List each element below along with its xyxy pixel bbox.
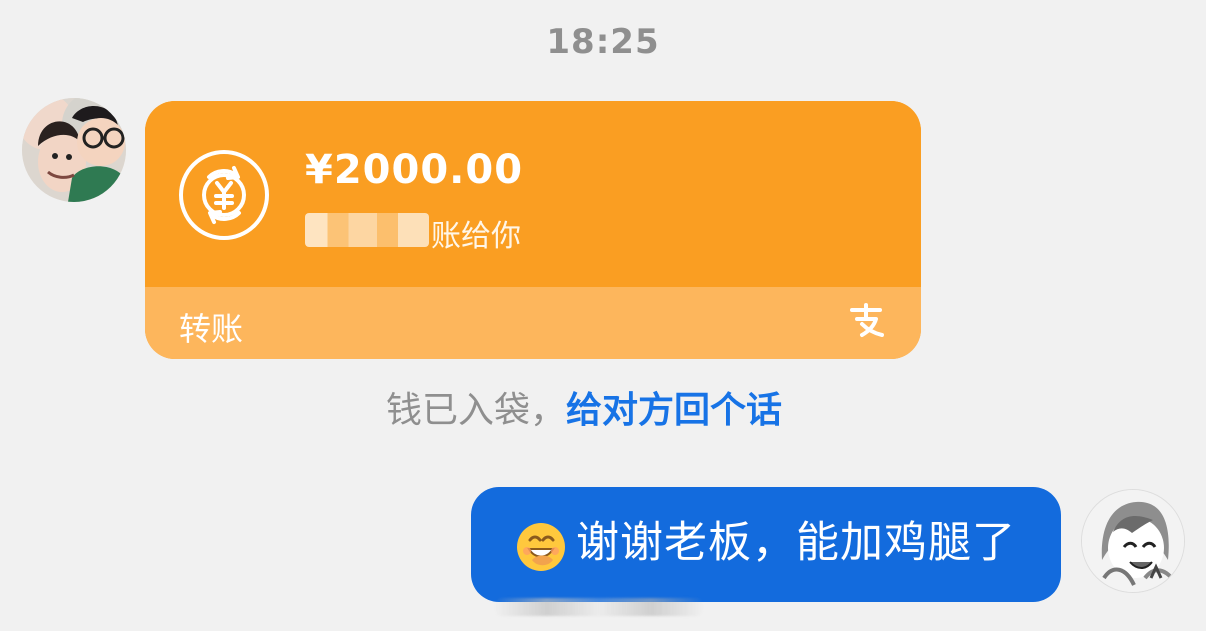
transfer-label: 转账 [179,310,244,348]
sender-avatar[interactable] [22,98,126,202]
grinning-emoji-icon [517,523,565,571]
transfer-card-main[interactable]: ¥2000.00 账给你 [145,101,921,287]
message-text: 谢谢老板，能加鸡腿了 [576,518,1016,568]
transfer-icon [179,150,269,240]
reply-prompt-link[interactable]: 给对方回个话 [566,390,782,431]
user-avatar-image [1082,490,1184,592]
obscured-watermark [494,598,704,616]
transfer-amount: ¥2000.00 [305,147,524,193]
obscured-sender-name [305,213,429,247]
sender-avatar-image [22,98,126,202]
transfer-note: 账给你 [431,219,521,254]
transfer-card-footer[interactable]: 转账 [145,287,921,359]
transfer-card[interactable]: ¥2000.00 账给你 转账 [145,101,921,359]
received-status: 钱已入袋，给对方回个话 [386,393,782,429]
user-avatar[interactable] [1081,489,1185,593]
received-text: 钱已入袋， [386,390,567,431]
alipay-icon [850,303,884,337]
chat-timestamp: 18:25 [546,22,660,62]
